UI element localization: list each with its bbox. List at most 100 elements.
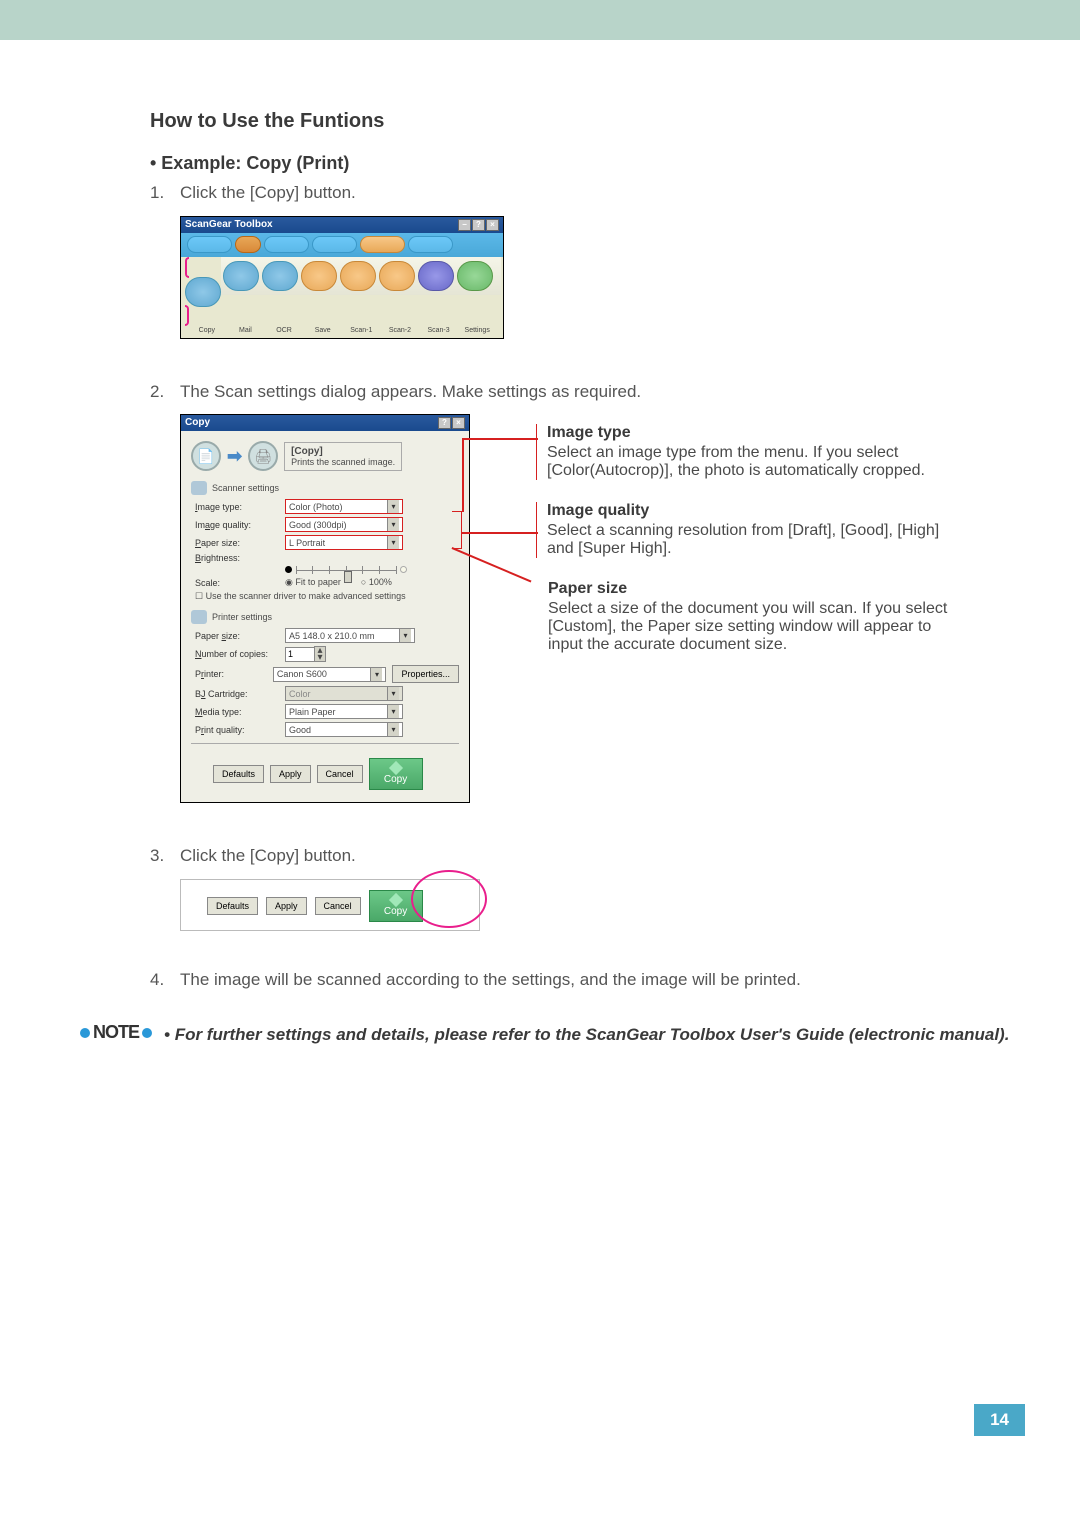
chevron-down-icon: ▾ [387, 500, 399, 513]
scanner-settings-header: Scanner settings [191, 481, 459, 495]
help-button[interactable]: ? [472, 219, 485, 231]
media-label: Media type: [195, 707, 285, 717]
image-quality-dropdown[interactable]: Good (300dpi)▾ [285, 517, 403, 532]
brightness-slider[interactable] [191, 566, 459, 573]
step-2: 2. The Scan settings dialog appears. Mak… [150, 379, 1020, 405]
image-type-label: IImage type:mage type: [195, 502, 285, 512]
copies-row: Number of copies: ▴▾ [191, 646, 459, 662]
printer-label: Printer: [195, 669, 273, 679]
copy-execute-button[interactable]: Copy [369, 758, 423, 790]
step-4-num: 4. [150, 967, 180, 993]
toolbox-label-settings: Settings [459, 327, 495, 334]
heading-main: How to Use the Funtions [150, 110, 1020, 133]
chevron-down-icon: ▾ [387, 705, 399, 718]
copy-toolbox-icon[interactable] [185, 277, 221, 307]
step-2-text: The Scan settings dialog appears. Make s… [180, 379, 1020, 405]
copy-callout-circle-2 [411, 870, 487, 928]
image-type-row: IImage type:mage type: Color (Photo)▾ [191, 499, 459, 514]
top-strip-icon [408, 236, 453, 253]
defaults-button[interactable]: Defaults [213, 765, 264, 783]
paper-size2-label: Paper size: [195, 631, 285, 641]
brightness-row: Brightness: [191, 553, 459, 563]
copy-dialog-titlebar: Copy ? × [181, 415, 469, 431]
scan2-toolbox-icon[interactable] [379, 261, 415, 291]
print-quality-dropdown[interactable]: Good▾ [285, 722, 403, 737]
page-number: 14 [974, 1404, 1025, 1436]
chevron-down-icon: ▾ [387, 687, 399, 700]
copies-label: Number of copies: [195, 649, 285, 659]
apply-button-2[interactable]: Apply [266, 897, 307, 915]
step-4: 4. The image will be scanned according t… [150, 967, 1020, 993]
anno-paper-size-body: Select a size of the document you will s… [548, 600, 958, 654]
save-toolbox-icon[interactable] [301, 261, 337, 291]
ocr-toolbox-icon[interactable] [262, 261, 298, 291]
slider-light-icon [400, 566, 407, 573]
cancel-button[interactable]: Cancel [317, 765, 363, 783]
toolbox-label-ocr: OCR [266, 327, 302, 334]
paper-size-dropdown[interactable]: L Portrait▾ [285, 535, 403, 550]
callout-line-imagequality [462, 532, 538, 534]
chevron-down-icon: ▾ [387, 518, 399, 531]
dialog-close-button[interactable]: × [452, 417, 465, 429]
scan3-toolbox-icon[interactable] [418, 261, 454, 291]
toolbox-label-scan3: Scan-3 [421, 327, 457, 334]
media-dropdown[interactable]: Plain Paper▾ [285, 704, 403, 719]
step3-button-panel: Defaults Apply Cancel Copy [180, 879, 480, 931]
advanced-checkbox-row[interactable]: ☐ Use the scanner driver to make advance… [191, 591, 459, 602]
annotations: Image type Select an image type from the… [548, 424, 958, 676]
paper-size2-dropdown[interactable]: A5 148.0 x 210.0 mm▾ [285, 628, 415, 643]
step-3-num: 3. [150, 843, 180, 869]
copy-callout-circle [185, 257, 221, 326]
scale-row: Scale: ◉ Fit to paper ○ 100% [191, 577, 459, 588]
toolbox-title-text: ScanGear Toolbox [185, 219, 273, 230]
copies-spinner[interactable] [285, 647, 315, 662]
dialog-button-row: Defaults Apply Cancel Copy [191, 750, 459, 792]
copy-header-desc: Prints the scanned image. [291, 457, 395, 467]
spinner-arrows-icon[interactable]: ▴▾ [314, 646, 326, 662]
dialog-help-button[interactable]: ? [438, 417, 451, 429]
print-dest-icon: 🖨 [248, 441, 278, 471]
print-quality-label: Print quality: [195, 725, 285, 735]
step-1-text: Click the [Copy] button. [180, 180, 1020, 206]
slider-track[interactable] [296, 569, 396, 571]
apply-button[interactable]: Apply [270, 765, 311, 783]
image-quality-row: Image quality: Good (300dpi)▾ [191, 517, 459, 532]
anno-image-type-body: Select an image type from the menu. If y… [547, 444, 958, 480]
slider-thumb[interactable] [344, 571, 352, 583]
fit-to-paper-radio[interactable]: ◉ Fit to paper [285, 577, 341, 588]
image-quality-label: Image quality: [195, 520, 285, 530]
toolbox-label-save: Save [305, 327, 341, 334]
scanner-icon [191, 481, 207, 495]
anno-image-quality-title: Image quality [547, 502, 958, 520]
paper-size-label: Paper size: [195, 538, 285, 548]
properties-button[interactable]: Properties... [392, 665, 459, 683]
anno-image-quality: Image quality Select a scanning resoluti… [536, 502, 958, 558]
top-strip-icon [312, 236, 357, 253]
anno-image-type: Image type Select an image type from the… [536, 424, 958, 480]
settings-toolbox-icon[interactable] [457, 261, 493, 291]
scanner-settings-label: Scanner settings [212, 483, 279, 493]
printer-dropdown[interactable]: Canon S600▾ [273, 667, 387, 682]
scangear-toolbox-window: ScanGear Toolbox − ? × [180, 216, 504, 339]
cancel-button-2[interactable]: Cancel [315, 897, 361, 915]
minimize-button[interactable]: − [458, 219, 471, 231]
paper-size2-row: Paper size: A5 148.0 x 210.0 mm▾ [191, 628, 459, 643]
anno-paper-size: Paper size Select a size of the document… [548, 580, 958, 654]
media-row: Media type: Plain Paper▾ [191, 704, 459, 719]
printer-icon [191, 610, 207, 624]
chevron-down-icon: ▾ [387, 536, 399, 549]
anno-paper-size-title: Paper size [548, 580, 958, 598]
toolbox-label-scan1: Scan-1 [344, 327, 380, 334]
toolbox-titlebar: ScanGear Toolbox − ? × [181, 217, 503, 233]
chevron-down-icon: ▾ [399, 629, 411, 642]
mail-toolbox-icon[interactable] [223, 261, 259, 291]
pct100-radio[interactable]: ○ 100% [361, 577, 392, 588]
image-type-dropdown[interactable]: Color (Photo)▾ [285, 499, 403, 514]
defaults-button-2[interactable]: Defaults [207, 897, 258, 915]
close-button[interactable]: × [486, 219, 499, 231]
scan1-toolbox-icon[interactable] [340, 261, 376, 291]
cartridge-label: BJ Cartridge: [195, 689, 285, 699]
note-row: NOTE • For further settings and details,… [80, 1022, 1020, 1048]
cartridge-row: BJ Cartridge: Color▾ [191, 686, 459, 701]
copy-header-title: [Copy] [291, 446, 395, 457]
